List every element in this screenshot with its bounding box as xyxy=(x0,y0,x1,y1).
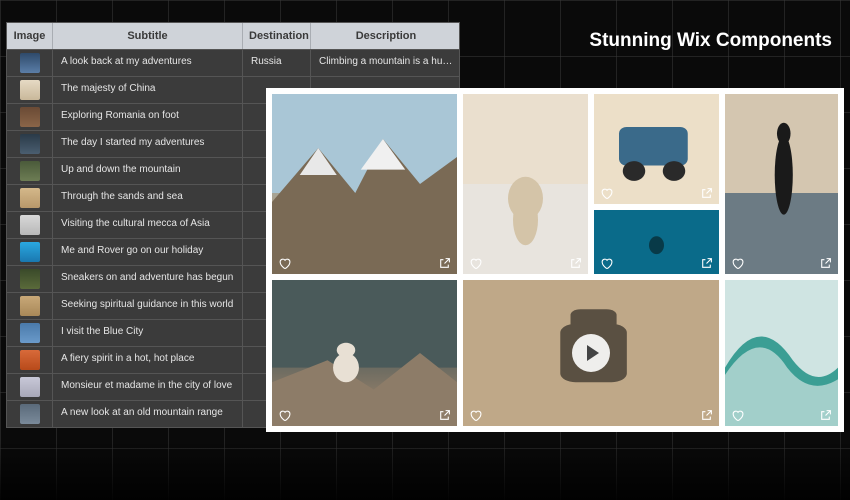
cell-image xyxy=(7,131,53,157)
share-icon[interactable] xyxy=(569,257,582,270)
cell-subtitle: A fiery spirit in a hot, hot place xyxy=(53,347,243,373)
tile-actions xyxy=(463,405,719,426)
overlay-title: Stunning Wix Components xyxy=(589,30,832,52)
thumbnail-image xyxy=(20,215,40,235)
heart-icon[interactable] xyxy=(600,187,613,200)
cell-destination: Russia xyxy=(243,50,311,76)
gallery-tile-diver[interactable] xyxy=(594,210,719,274)
tile-actions xyxy=(725,253,838,274)
heart-icon[interactable] xyxy=(469,409,482,422)
tile-actions xyxy=(463,253,588,274)
col-header-destination[interactable]: Destination xyxy=(243,23,311,49)
cell-image xyxy=(7,185,53,211)
table-row[interactable]: A look back at my adventuresRussiaClimbi… xyxy=(7,49,459,76)
cell-subtitle: A new look at an old mountain range xyxy=(53,401,243,427)
share-icon[interactable] xyxy=(700,409,713,422)
cell-subtitle: A look back at my adventures xyxy=(53,50,243,76)
cell-image xyxy=(7,374,53,400)
thumbnail-image xyxy=(20,161,40,181)
cell-image xyxy=(7,50,53,76)
heart-icon[interactable] xyxy=(731,409,744,422)
thumbnail-image xyxy=(20,107,40,127)
thumbnail-image xyxy=(20,53,40,73)
thumbnail-image xyxy=(20,377,40,397)
bottom-fade xyxy=(0,440,850,500)
cell-subtitle: Monsieur et madame in the city of love xyxy=(53,374,243,400)
share-icon[interactable] xyxy=(700,257,713,270)
thumbnail-image xyxy=(20,296,40,316)
share-icon[interactable] xyxy=(700,187,713,200)
play-button[interactable] xyxy=(572,334,610,372)
gallery-tile-sitter[interactable] xyxy=(272,280,457,426)
gallery-tile-dog[interactable] xyxy=(463,94,588,274)
cell-subtitle: I visit the Blue City xyxy=(53,320,243,346)
table-header-row: Image Subtitle Destination Description xyxy=(7,23,459,49)
cell-subtitle: Exploring Romania on foot xyxy=(53,104,243,130)
cell-subtitle: Through the sands and sea xyxy=(53,185,243,211)
thumbnail-image xyxy=(20,242,40,262)
cell-subtitle: Up and down the mountain xyxy=(53,158,243,184)
cell-image xyxy=(7,320,53,346)
cell-description: Climbing a mountain is a huge… xyxy=(311,50,461,76)
cell-subtitle: Visiting the cultural mecca of Asia xyxy=(53,212,243,238)
gallery-tile-wave[interactable] xyxy=(725,280,838,426)
cell-image xyxy=(7,239,53,265)
tile-actions xyxy=(725,405,838,426)
col-header-image[interactable]: Image xyxy=(7,23,53,49)
heart-icon[interactable] xyxy=(469,257,482,270)
tile-actions xyxy=(272,253,457,274)
thumbnail-image xyxy=(20,269,40,289)
heart-icon[interactable] xyxy=(600,257,613,270)
cell-subtitle: Me and Rover go on our holiday xyxy=(53,239,243,265)
cell-image xyxy=(7,347,53,373)
share-icon[interactable] xyxy=(819,257,832,270)
tile-actions xyxy=(594,183,719,204)
thumbnail-image xyxy=(20,188,40,208)
cell-image xyxy=(7,212,53,238)
thumbnail-image xyxy=(20,80,40,100)
share-icon[interactable] xyxy=(438,409,451,422)
thumbnail-image xyxy=(20,404,40,424)
cell-subtitle: Seeking spiritual guidance in this world xyxy=(53,293,243,319)
cell-subtitle: The majesty of China xyxy=(53,77,243,103)
share-icon[interactable] xyxy=(438,257,451,270)
gallery-tile-mountain[interactable] xyxy=(272,94,457,274)
thumbnail-image xyxy=(20,350,40,370)
col-header-subtitle[interactable]: Subtitle xyxy=(53,23,243,49)
gallery-tile-person[interactable] xyxy=(725,94,838,274)
tile-actions xyxy=(594,253,719,274)
col-header-description[interactable]: Description xyxy=(311,23,461,49)
cell-image xyxy=(7,266,53,292)
heart-icon[interactable] xyxy=(278,409,291,422)
cell-image xyxy=(7,401,53,427)
heart-icon[interactable] xyxy=(731,257,744,270)
thumbnail-image xyxy=(20,323,40,343)
cell-image xyxy=(7,77,53,103)
cell-image xyxy=(7,293,53,319)
cell-subtitle: Sneakers on and adventure has begun xyxy=(53,266,243,292)
gallery-tile-car[interactable] xyxy=(594,94,719,204)
tile-actions xyxy=(272,405,457,426)
cell-image xyxy=(7,158,53,184)
cell-subtitle: The day I started my adventures xyxy=(53,131,243,157)
cell-image xyxy=(7,104,53,130)
heart-icon[interactable] xyxy=(278,257,291,270)
pro-gallery xyxy=(266,88,844,432)
thumbnail-image xyxy=(20,134,40,154)
share-icon[interactable] xyxy=(819,409,832,422)
gallery-tile-backpack[interactable] xyxy=(463,280,719,426)
